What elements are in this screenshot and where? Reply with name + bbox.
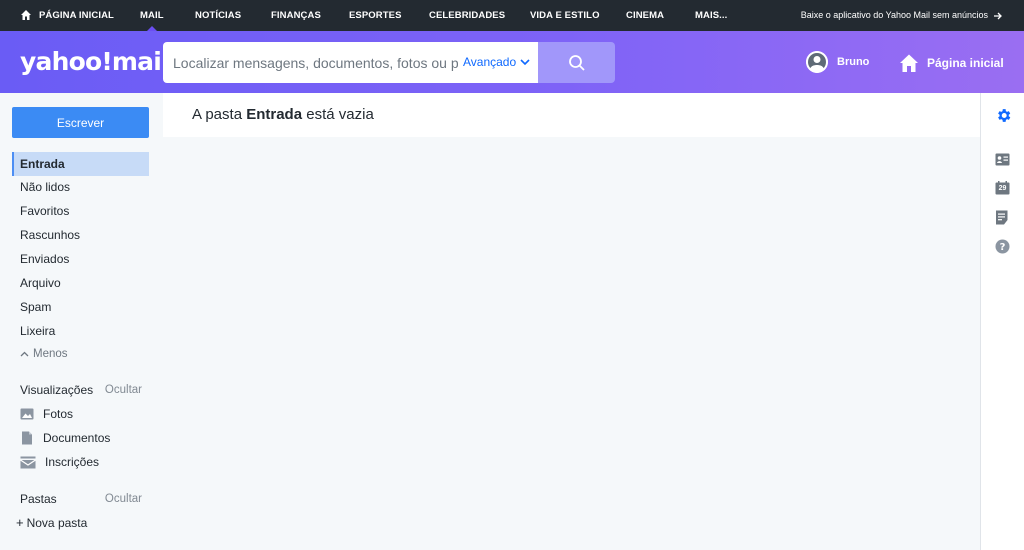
message-list-area: A pasta Entrada está vazia [163,93,980,550]
chevron-up-icon [20,351,29,357]
user-name: Bruno [837,56,870,68]
folder-unread[interactable]: Não lidos [12,175,149,199]
nav-finance[interactable]: FINANÇAS [271,0,321,31]
home-page-label: Página inicial [927,56,1004,70]
view-subscriptions-label: Inscrições [45,455,100,469]
advanced-search-button[interactable]: Avançado [463,42,530,83]
nav-news[interactable]: NOTÍCIAS [195,0,241,31]
app-promo-text: Baixe o aplicativo do Yahoo Mail sem anú… [800,10,988,20]
folder-archive[interactable]: Arquivo [12,271,149,295]
home-page-link[interactable]: Página inicial [899,51,1004,75]
compose-button[interactable]: Escrever [12,107,149,138]
header: yahoo!mail Avançado Bruno Página inicial [0,31,1024,93]
sidebar: Escrever Entrada Não lidos Favoritos Ras… [0,93,163,550]
view-photos[interactable]: Fotos [20,402,73,426]
advanced-search-label: Avançado [463,55,517,69]
documents-icon [22,431,32,445]
calendar-icon[interactable]: 29 [995,181,1010,195]
plus-icon: + [16,515,24,530]
home-icon [21,10,31,20]
nav-home[interactable]: PÁGINA INICIAL [39,0,114,31]
view-documents-label: Documentos [43,431,111,445]
folder-inbox[interactable]: Entrada [12,152,149,176]
app-promo-link[interactable]: Baixe o aplicativo do Yahoo Mail sem anú… [801,0,1003,31]
search-box: Avançado [163,42,538,83]
folder-trash[interactable]: Lixeira [12,319,149,343]
empty-message-suffix: está vazia [306,106,374,123]
folders-hide-button[interactable]: Ocultar [105,489,142,509]
empty-folder-message: A pasta Entrada está vazia [192,106,374,123]
subscriptions-icon [20,456,36,468]
view-subscriptions[interactable]: Inscrições [20,450,99,474]
user-profile[interactable]: Bruno [806,51,869,73]
nav-celebrities[interactable]: CELEBRIDADES [429,0,505,31]
less-toggle[interactable]: Menos [20,344,68,364]
help-icon[interactable]: ? [995,239,1010,254]
search-input[interactable] [173,54,458,71]
notepad-icon[interactable] [995,210,1009,225]
folder-sent[interactable]: Enviados [12,247,149,271]
empty-message-folder: Entrada [246,106,303,123]
folder-spam[interactable]: Spam [12,295,149,319]
yahoo-mail-logo[interactable]: yahoo!mail [20,47,170,76]
gear-icon[interactable] [995,107,1012,124]
user-avatar-icon [806,51,828,73]
empty-message-prefix: A pasta [192,106,243,123]
search-button[interactable] [538,42,615,83]
calendar-day: 29 [998,185,1007,192]
folder-drafts[interactable]: Rascunhos [12,223,149,247]
view-documents[interactable]: Documentos [20,426,110,450]
views-hide-button[interactable]: Ocultar [105,380,142,400]
nav-mail[interactable]: MAIL [140,0,164,31]
nav-lifestyle[interactable]: VIDA E ESTILO [530,0,600,31]
contacts-icon[interactable] [995,153,1010,166]
search-icon [568,54,585,71]
svg-text:?: ? [1000,242,1006,253]
right-rail: 29 ? [980,93,1024,550]
folder-starred[interactable]: Favoritos [12,199,149,223]
folders-title: Pastas [20,492,57,506]
message-list-header: A pasta Entrada está vazia [163,93,980,137]
house-icon [900,54,918,72]
less-label: Menos [33,348,68,360]
new-folder-button[interactable]: + Nova pasta [16,513,87,533]
nav-more[interactable]: MAIS... [695,0,727,31]
nav-cinema[interactable]: CINEMA [626,0,664,31]
chevron-down-icon [520,59,530,66]
arrow-right-icon [994,12,1002,20]
nav-sports[interactable]: ESPORTES [349,0,402,31]
photos-icon [20,408,34,420]
new-folder-label: Nova pasta [26,516,88,530]
views-title: Visualizações [20,383,94,397]
top-navigation: PÁGINA INICIAL MAIL NOTÍCIAS FINANÇAS ES… [0,0,1024,31]
view-photos-label: Fotos [43,407,74,421]
